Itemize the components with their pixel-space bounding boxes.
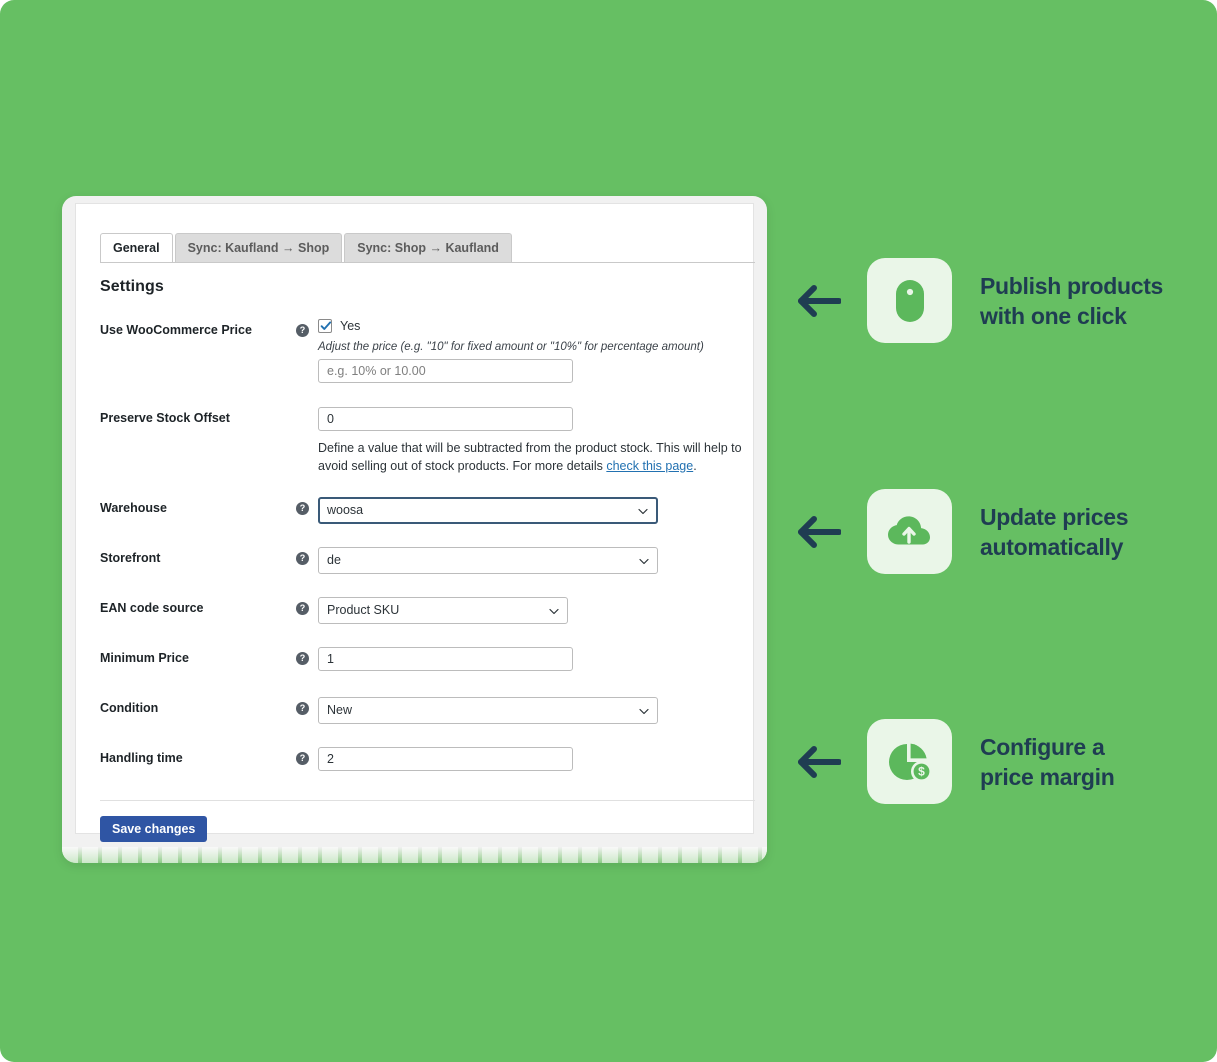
tab-sync-shop-to-kaufland[interactable]: Sync: Shop → Kaufland [344,233,512,262]
field-control: Product SKU [318,597,755,624]
help-icon-slot: ? [296,547,318,568]
question-mark-icon[interactable]: ? [296,324,309,338]
form-row-handling-time: Handling time ? [100,747,755,771]
question-mark-icon[interactable]: ? [296,502,309,516]
svg-text:$: $ [918,764,925,778]
chevron-down-icon [639,706,649,715]
settings-panel: General Sync: Kaufland → Shop Sync: Shop… [75,203,755,842]
question-mark-icon[interactable]: ? [296,752,309,766]
computer-mouse-icon [890,277,930,325]
card-bottom-fade [62,847,767,863]
preserve-stock-offset-description: Define a value that will be subtracted f… [318,439,743,475]
field-control: Define a value that will be subtracted f… [318,407,755,475]
checkbox-label: Yes [340,319,361,333]
feature-update-prices: Update prices automatically [795,489,1129,574]
chevron-down-icon [549,606,559,615]
field-label: Minimum Price [100,651,189,665]
feature-label: Publish products with one click [980,272,1164,329]
help-icon-slot: ? [296,497,318,518]
field-label: Handling time [100,751,183,765]
warehouse-select-value: woosa [327,503,364,517]
arrow-left-icon [795,743,841,781]
form-row-minimum-price: Minimum Price ? [100,647,755,671]
feature-icon-tile [867,258,952,343]
save-changes-button[interactable]: Save changes [100,816,208,842]
chevron-down-icon [639,556,649,565]
help-icon-slot: ? [296,697,318,718]
storefront-select-value: de [327,553,341,567]
form-row-storefront: Storefront ? de [100,547,755,574]
storefront-select[interactable]: de [318,547,658,574]
condition-select-value: New [327,703,353,717]
tab-general[interactable]: General [100,233,173,262]
feature-icon-tile: $ [867,719,952,804]
arrow-left-icon [795,282,841,320]
help-icon-slot [296,407,318,410]
form-row-use-woocommerce-price: Use WooCommerce Price ? Yes Adjust the p… [100,319,755,383]
pie-chart-dollar-icon: $ [887,740,933,784]
field-label: Storefront [100,551,161,565]
field-control [318,647,755,671]
divider [100,800,755,801]
feature-label: Update prices automatically [980,503,1129,560]
handling-time-input[interactable] [318,747,573,771]
feature-price-margin: $ Configure a price margin [795,719,1115,804]
field-control [318,747,755,771]
field-label: Use WooCommerce Price [100,323,252,337]
field-label: Warehouse [100,501,167,515]
ean-code-source-select[interactable]: Product SKU [318,597,568,624]
settings-form: Use WooCommerce Price ? Yes Adjust the p… [100,319,755,771]
cloud-upload-icon [885,512,935,552]
minimum-price-input[interactable] [318,647,573,671]
tab-bar: General Sync: Kaufland → Shop Sync: Shop… [100,232,514,262]
tab-bar-underline [100,262,755,263]
field-control: de [318,547,755,574]
help-icon-slot: ? [296,747,318,768]
field-label: Condition [100,701,159,715]
field-control: Yes Adjust the price (e.g. "10" for fixe… [318,319,755,383]
form-row-warehouse: Warehouse ? woosa [100,497,755,524]
form-row-ean-code-source: EAN code source ? Product SKU [100,597,755,624]
tab-sync-kaufland-to-shop[interactable]: Sync: Kaufland → Shop [174,233,343,262]
price-adjust-input[interactable] [318,359,573,383]
preserve-stock-offset-input[interactable] [318,407,573,431]
field-label: Preserve Stock Offset [100,411,230,425]
feature-publish-products: Publish products with one click [795,258,1163,343]
screenshot-card: General Sync: Kaufland → Shop Sync: Shop… [62,196,767,863]
question-mark-icon[interactable]: ? [296,552,309,566]
form-row-preserve-stock-offset: Preserve Stock Offset Define a value tha… [100,407,755,475]
condition-select[interactable]: New [318,697,658,724]
question-mark-icon[interactable]: ? [296,652,309,666]
help-icon-slot: ? [296,319,318,340]
question-mark-icon[interactable]: ? [296,702,309,716]
help-icon-slot: ? [296,597,318,618]
arrow-left-icon [795,513,841,551]
page-title: Settings [100,278,164,295]
field-control: woosa [318,497,755,524]
field-label: EAN code source [100,601,204,615]
warehouse-select[interactable]: woosa [318,497,658,524]
help-icon-slot: ? [296,647,318,668]
question-mark-icon[interactable]: ? [296,602,309,616]
page-canvas: General Sync: Kaufland → Shop Sync: Shop… [0,0,1217,1062]
field-control: New [318,697,755,724]
chevron-down-icon [638,506,648,515]
check-this-page-link[interactable]: check this page [606,459,693,473]
use-woocommerce-price-checkbox[interactable] [318,319,332,333]
use-woocommerce-price-checkbox-wrap: Yes [318,319,755,333]
form-row-condition: Condition ? New [100,697,755,724]
description-text-part-2: . [693,459,697,473]
price-adjust-hint: Adjust the price (e.g. "10" for fixed am… [318,341,704,353]
feature-icon-tile [867,489,952,574]
feature-label: Configure a price margin [980,733,1115,790]
ean-code-source-select-value: Product SKU [327,603,400,617]
